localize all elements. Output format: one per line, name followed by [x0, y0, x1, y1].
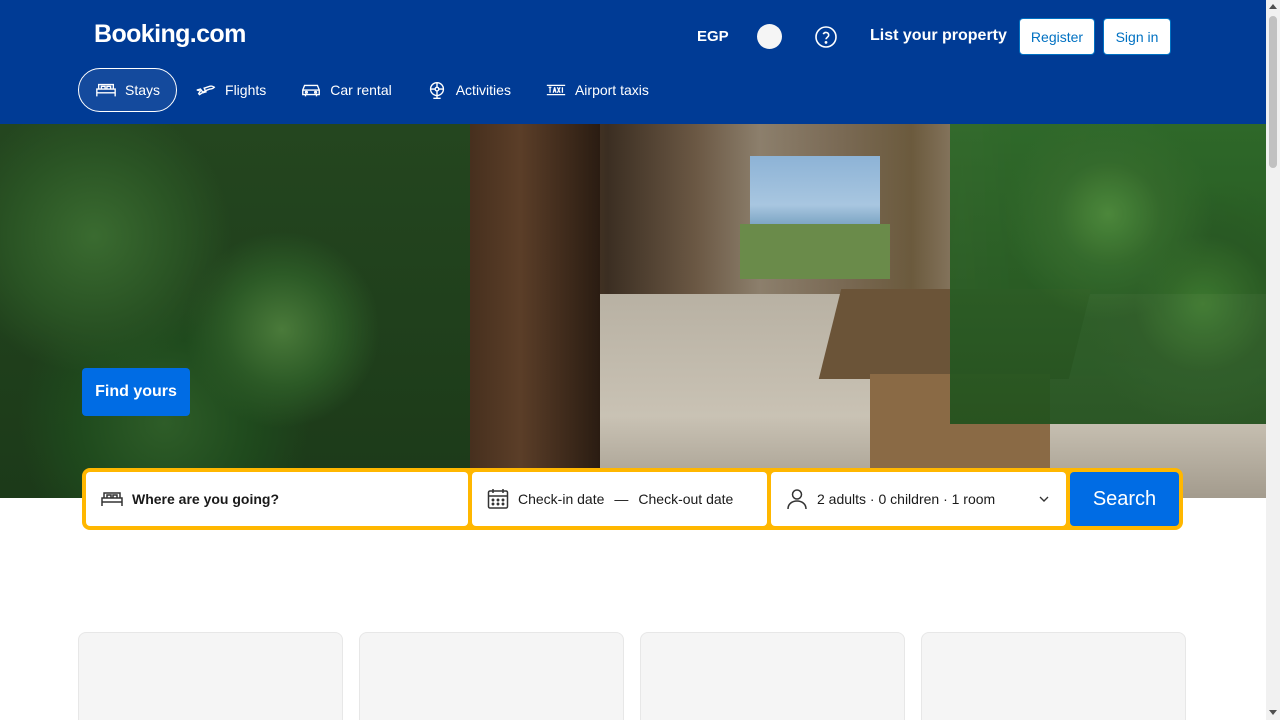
- tab-label: Airport taxis: [574, 82, 649, 98]
- site-header: Booking.com EGP List your property Regis…: [0, 0, 1266, 124]
- find-yours-button[interactable]: Find yours: [82, 368, 190, 416]
- booking-logo[interactable]: Booking.com: [94, 20, 246, 49]
- destination-input[interactable]: [132, 491, 432, 507]
- tab-flights[interactable]: Flights: [179, 68, 282, 112]
- taxi-icon: [546, 84, 566, 96]
- search-bar: Check-in date — Check-out date 2 adults …: [82, 468, 1183, 530]
- sign-in-button[interactable]: Sign in: [1103, 18, 1171, 55]
- placeholder-card: [78, 632, 343, 720]
- destination-field[interactable]: [86, 472, 468, 526]
- tab-car-rental[interactable]: Car rental: [284, 68, 407, 112]
- bed-icon: [101, 492, 123, 506]
- car-icon: [302, 84, 321, 97]
- plane-icon: [196, 85, 216, 96]
- chevron-down-icon: [1039, 496, 1049, 502]
- date-picker-field[interactable]: Check-in date — Check-out date: [472, 472, 767, 526]
- register-button[interactable]: Register: [1019, 18, 1095, 55]
- hero-banner-image: [0, 124, 1266, 498]
- hero-foliage-right: [950, 124, 1266, 424]
- currency-selector[interactable]: EGP: [697, 28, 729, 45]
- tab-label: Flights: [225, 82, 267, 98]
- occupancy-field[interactable]: 2 adults · 0 children · 1 room: [771, 472, 1066, 526]
- hero-grass: [740, 224, 890, 279]
- placeholder-cards-row: [78, 632, 1202, 720]
- bed-icon: [96, 83, 116, 97]
- list-your-property-link[interactable]: List your property: [870, 27, 1007, 45]
- placeholder-card: [921, 632, 1186, 720]
- checkout-date-text[interactable]: Check-out date: [638, 491, 733, 507]
- scroll-thumb[interactable]: [1269, 16, 1277, 168]
- occupancy-text: 2 adults · 0 children · 1 room: [817, 491, 996, 507]
- product-nav: Stays Flights Car rental Activities Airp…: [78, 68, 667, 112]
- scroll-down-arrow-icon[interactable]: [1269, 710, 1277, 715]
- scroll-up-arrow-icon[interactable]: [1269, 4, 1277, 9]
- tab-stays[interactable]: Stays: [78, 68, 178, 112]
- attractions-icon: [429, 81, 444, 99]
- tab-label: Stays: [125, 82, 161, 98]
- hero-foliage-left: [0, 124, 470, 498]
- hero-sky: [750, 156, 880, 226]
- tab-label: Car rental: [330, 82, 392, 98]
- placeholder-card: [640, 632, 905, 720]
- page-scrollbar[interactable]: [1266, 0, 1280, 720]
- person-icon: [787, 489, 807, 510]
- tab-label: Activities: [455, 82, 511, 98]
- tab-activities[interactable]: Activities: [410, 68, 527, 112]
- calendar-icon: [487, 489, 509, 509]
- question-circle-icon[interactable]: [814, 25, 838, 49]
- placeholder-card: [359, 632, 624, 720]
- search-button[interactable]: Search: [1070, 472, 1179, 526]
- tab-airport-taxis[interactable]: Airport taxis: [529, 68, 665, 112]
- date-separator: —: [614, 491, 629, 507]
- checkin-date-text[interactable]: Check-in date: [518, 491, 604, 507]
- language-flag-icon[interactable]: [757, 24, 782, 49]
